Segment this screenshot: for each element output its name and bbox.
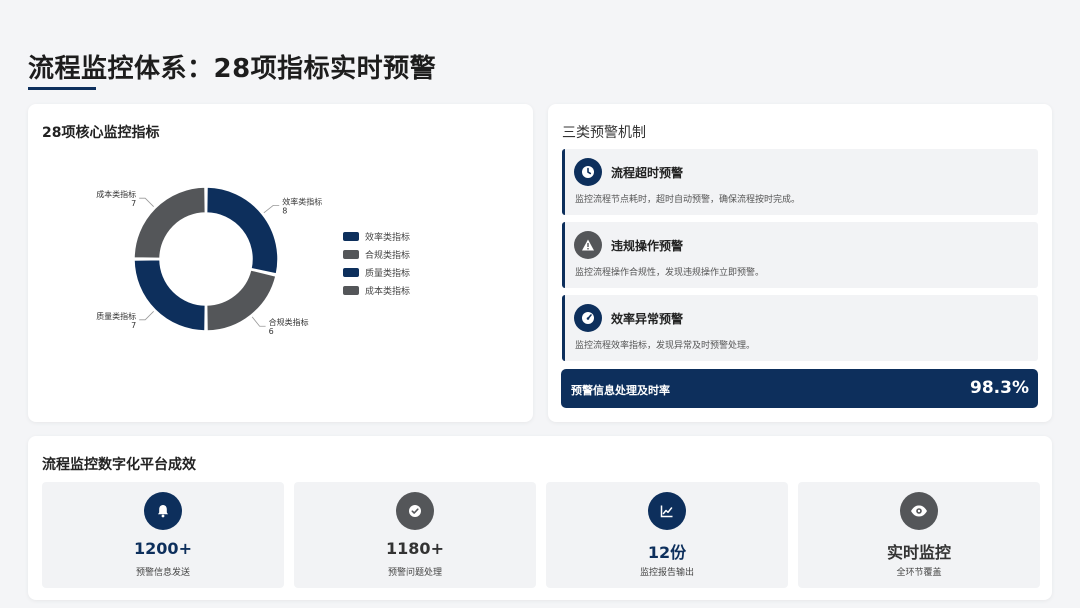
stat-tile-realtime: 实时监控 全环节覆盖 [798,482,1040,588]
donut-slice-1 [205,268,277,332]
stat-tile-issues-handled: 1180+ 预警问题处理 [294,482,536,588]
alert-item-violation: 违规操作预警 监控流程操作合规性，发现违规操作立即预警。 [562,222,1038,288]
title-underline [28,87,96,90]
check-circle-icon [396,492,434,530]
donut-chart: 效率类指标8合规类指标6质量类指标7成本类指标7 [96,186,322,336]
clock-icon [574,158,602,186]
alert-title: 违规操作预警 [611,239,684,253]
donut-slice-2 [133,258,207,332]
legend-label: 效率类指标 [365,232,411,243]
legend-label: 合规类指标 [365,250,411,261]
label-leader-line [139,197,154,207]
alert-item-timeout: 流程超时预警 监控流程节点耗时，超时自动预警，确保流程按时完成。 [562,149,1038,215]
results-card-title: 流程监控数字化平台成效 [42,457,196,473]
legend-swatch [343,249,359,259]
speedometer-icon [574,304,602,332]
alert-card-title: 三类预警机制 [562,125,646,141]
slice-label-name: 效率类指标 [282,196,322,206]
stat-tile-alerts-sent: 1200+ 预警信息发送 [42,482,284,588]
label-leader-line [251,316,266,327]
donut-slice-3 [133,186,207,260]
indicator-card: 28项核心监控指标 效率类指标 8 合规类指标 6 质量类指标 7 成本类指标 7 效率类指标… [28,104,533,422]
alert-item-efficiency: 效率异常预警 监控流程效率指标，发现异常及时预警处理。 [562,295,1038,361]
stat-label: 预警问题处理 [387,568,442,578]
slice-label-value: 6 [269,327,274,336]
legend-swatch [343,285,359,295]
stat-value: 1200+ [134,539,192,558]
legend-item-cost: 成本类指标 [343,281,410,299]
legend-swatch [343,267,359,277]
chart-line-icon [648,492,686,530]
results-card: 流程监控数字化平台成效 1200+ 预警信息发送 1180+ 预警问题处理 12… [28,436,1052,600]
slice-label-value: 7 [131,321,136,330]
slice-label-value: 7 [131,199,136,208]
slice-label-name: 合规类指标 [269,317,309,327]
legend-item-compliance: 合规类指标 [343,245,410,263]
stat-tile-reports: 12份 监控报告输出 [546,482,788,588]
page-title: 流程监控体系：28项指标实时预警 [28,54,437,84]
warning-icon [574,231,602,259]
alert-title: 流程超时预警 [611,166,684,180]
stat-value: 12份 [647,543,687,562]
alert-card: 三类预警机制 流程超时预警 监控流程节点耗时，超时自动预警，确保流程按时完成。 … [548,104,1052,422]
donut-slice-0 [205,186,279,275]
slice-label-name: 质量类指标 [96,311,136,321]
stat-label: 监控报告输出 [639,568,694,578]
stat-value: 1180+ [386,539,444,558]
alert-desc: 监控流程效率指标，发现异常及时预警处理。 [575,341,756,351]
handling-rate-value: 98.3% [970,378,1029,398]
label-leader-line [263,204,280,214]
handling-rate-label: 预警信息处理及时率 [571,384,670,397]
legend-label: 成本类指标 [365,286,411,297]
alert-desc: 监控流程操作合规性，发现违规操作立即预警。 [575,268,765,278]
legend-swatch [343,231,359,241]
slice-label-name: 成本类指标 [96,189,136,199]
handling-rate-bar: 预警信息处理及时率 98.3% [561,369,1038,408]
eye-icon [900,492,938,530]
legend-item-efficiency: 效率类指标 [343,227,410,245]
legend-label: 质量类指标 [365,268,411,279]
chart-legend: 效率类指标 合规类指标 质量类指标 成本类指标 [343,227,410,299]
stat-label: 全环节覆盖 [896,568,942,578]
stat-value: 实时监控 [886,543,951,562]
label-leader-line [139,311,154,321]
stat-label: 预警信息发送 [135,568,190,578]
slice-label-value: 8 [282,206,287,215]
bell-icon [144,492,182,530]
alert-title: 效率异常预警 [611,312,684,326]
alert-desc: 监控流程节点耗时，超时自动预警，确保流程按时完成。 [575,195,801,205]
legend-item-quality: 质量类指标 [343,263,410,281]
